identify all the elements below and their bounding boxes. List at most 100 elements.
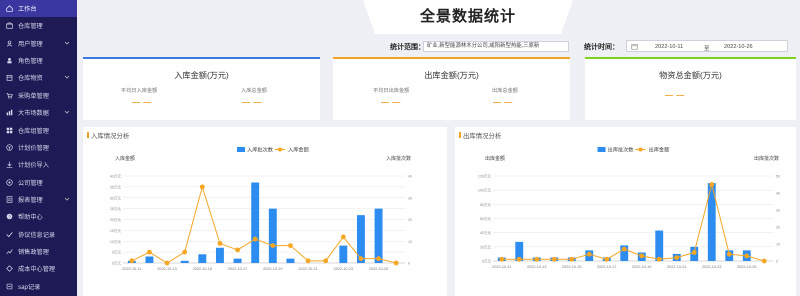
legend-label: 入库批次数	[247, 146, 274, 154]
record-icon	[6, 283, 13, 290]
sidebar-item[interactable]: 公司管理	[0, 174, 77, 191]
line-point	[761, 258, 767, 264]
avg-daily-inbound-value: — —	[132, 98, 152, 107]
left-tick-label: 10万元	[110, 240, 122, 244]
page-title: 全景数据统计	[419, 8, 516, 25]
line-point	[516, 256, 522, 262]
chevron-down-icon[interactable]	[64, 74, 70, 80]
sidebar-item[interactable]: 仓库组管理	[0, 121, 77, 138]
sidebar-item[interactable]: 协议信息记录	[0, 226, 77, 243]
left-tick-label: 5万元	[112, 251, 122, 255]
line-point	[569, 256, 575, 262]
outbound-amount-card: 出库金额(万元) 平均日出库金额 — — 出库总金额 — —	[333, 57, 570, 120]
bar	[339, 245, 348, 263]
right-tick-label: 20	[776, 226, 780, 230]
x-tick-label: 2022-10-11	[122, 267, 141, 271]
date-range-picker[interactable]: 2022-10-11 至 2022-10-26	[626, 40, 788, 52]
left-tick-label: 20万元	[480, 245, 492, 249]
warehouse-icon	[6, 22, 13, 30]
line-point	[252, 236, 258, 242]
sidebar-item[interactable]: 成本中心管理	[0, 260, 77, 277]
line-point	[323, 258, 329, 264]
date-separator: 至	[704, 45, 710, 52]
sidebar-item[interactable]: 仓库管理	[0, 17, 77, 34]
sidebar-item[interactable]: 计划价管理	[0, 139, 77, 156]
x-tick-label: 2022-10-13	[157, 267, 176, 271]
chevron-down-icon[interactable]	[64, 40, 70, 46]
sidebar-item-label: 销售政管理	[18, 248, 49, 256]
left-tick-label: 0万元	[112, 262, 122, 266]
line-point	[393, 260, 399, 266]
line-point	[726, 251, 732, 257]
card-accent-bar	[83, 57, 320, 59]
left-tick-label: 40万元	[110, 175, 122, 179]
calendar-icon	[631, 44, 638, 50]
line-point	[691, 250, 697, 255]
x-tick-label: 2022-10-15	[193, 267, 212, 271]
scope-label: 统计范围：	[390, 44, 425, 51]
sidebar-item-label: 采购单管理	[18, 92, 49, 100]
sidebar-item[interactable]: 报表管理	[0, 191, 77, 208]
sidebar-item-label: 角色管理	[18, 58, 43, 66]
right-axis-title: 出库批次数	[754, 155, 779, 162]
series-line	[501, 184, 765, 262]
time-label: 统计时间：	[584, 44, 619, 51]
sidebar-item[interactable]: 销售政管理	[0, 243, 77, 260]
scope-select[interactable]: 矿业,新型能源林木分公司,咸阳新型热能,三原新	[423, 41, 569, 52]
legend-label: 出库金额	[649, 146, 671, 154]
sidebar-item[interactable]: 大市场数据	[0, 104, 77, 121]
sidebar-item-label: 计划价导入	[18, 162, 49, 170]
card-accent-bar	[333, 57, 570, 59]
x-tick-label: 2022-10-17	[597, 265, 616, 269]
left-tick-label: 30万元	[110, 196, 122, 200]
chevron-down-icon[interactable]	[64, 109, 70, 115]
line-point	[656, 256, 662, 262]
bar	[374, 208, 383, 263]
line-point	[147, 249, 152, 255]
sidebar-item[interactable]: 角色管理	[0, 52, 77, 69]
sidebar-item-label: 成本中心管理	[18, 266, 56, 274]
sidebar-item[interactable]: sap记录	[0, 278, 77, 295]
sidebar-item[interactable]: 用户管理	[0, 35, 77, 52]
line-point	[182, 249, 188, 255]
sidebar-item-label: sap记录	[18, 283, 41, 291]
sidebar-item-label: 仓库管理	[18, 23, 43, 31]
line-point	[604, 256, 610, 262]
sidebar-item[interactable]: 仓库物资	[0, 69, 77, 86]
market-icon	[6, 109, 13, 116]
legend-label: 出库批次数	[608, 146, 635, 154]
sidebar-item[interactable]: ? 帮助中心	[0, 208, 77, 225]
x-tick-label: 2022-10-25	[369, 267, 388, 271]
x-tick-label: 2022-10-23	[702, 265, 721, 269]
x-tick-label: 2022-10-17	[228, 267, 247, 271]
sales-icon	[6, 248, 13, 255]
sidebar-item-label: 协议信息记录	[18, 231, 56, 239]
bar	[215, 247, 224, 263]
date-start[interactable]: 2022-10-11	[655, 44, 683, 50]
sidebar-item-label: 公司管理	[18, 179, 43, 187]
x-tick-label: 2022-10-21	[298, 267, 317, 271]
card-accent-bar	[585, 57, 796, 59]
right-tick-label: 10	[776, 243, 780, 247]
right-tick-label: 10	[408, 240, 412, 244]
left-tick-label: 80万元	[480, 203, 492, 207]
legend-bar-swatch	[597, 147, 606, 152]
left-tick-label: 15万元	[110, 229, 122, 233]
sidebar-item[interactable]: 采购单管理	[0, 87, 77, 104]
price-icon	[6, 144, 13, 151]
sidebar-item[interactable]: 工作台	[0, 0, 77, 18]
x-tick-label: 2022-10-13	[527, 265, 546, 269]
sidebar-item-label: 用户管理	[18, 40, 43, 48]
right-tick-label: 40	[776, 192, 780, 196]
date-end[interactable]: 2022-10-26	[724, 44, 753, 50]
chevron-down-icon[interactable]	[64, 196, 70, 202]
line-point	[235, 247, 240, 253]
left-tick-label: 0万元	[482, 260, 492, 264]
sidebar-item[interactable]: 计划价导入	[0, 156, 77, 173]
line-point	[551, 256, 557, 262]
left-tick-label: 25万元	[110, 207, 122, 211]
line-point	[639, 253, 645, 259]
right-tick-label: 40	[408, 175, 412, 179]
card-title: 入库金额(万元)	[174, 71, 229, 80]
line-point	[305, 258, 311, 264]
